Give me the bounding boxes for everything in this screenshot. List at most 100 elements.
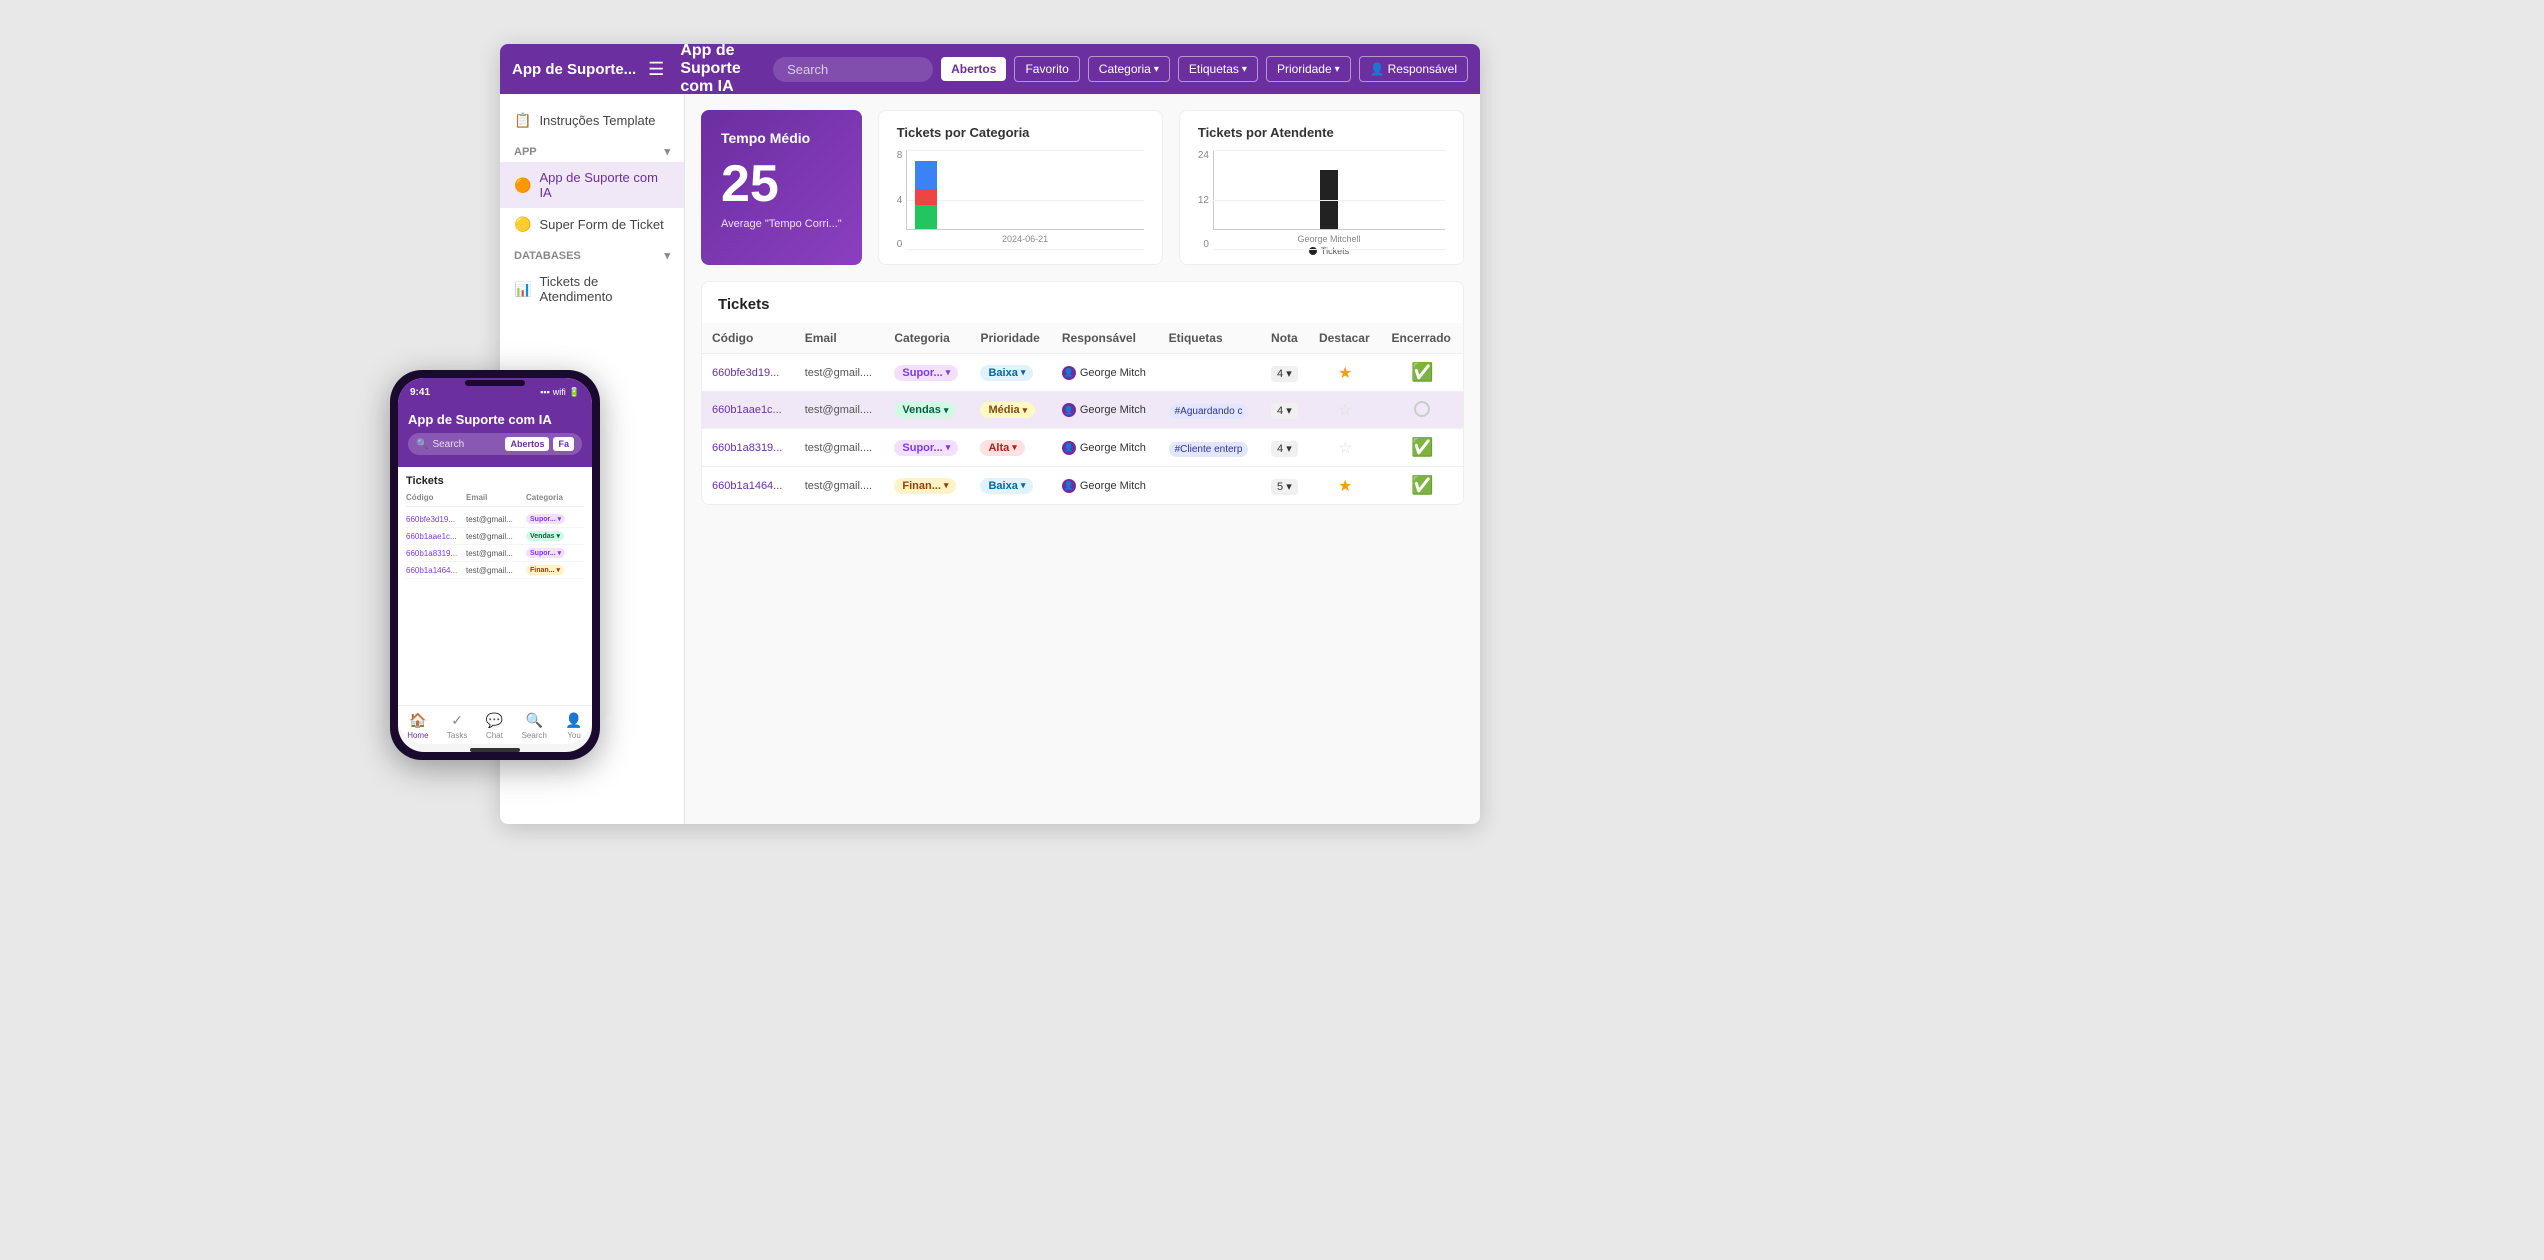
sidebar-item-label: Tickets de Atendimento [539,274,670,304]
cell-nota[interactable]: 4 ▾ [1261,429,1309,467]
tickets-section-title: Tickets [702,282,1463,323]
cell-prioridade[interactable]: Baixa ▾ [970,354,1051,392]
mobile-time: 9:41 [410,387,430,398]
cell-nota[interactable]: 4 ▾ [1261,392,1309,429]
cell-destacar[interactable]: ☆ [1309,429,1382,467]
mobile-table-header: Código Email Categoria [406,493,584,507]
cell-prioridade[interactable]: Baixa ▾ [970,467,1051,505]
col-destacar: Destacar [1309,323,1382,354]
main-panel: Tempo Médio 25 Average "Tempo Corri..." … [685,94,1480,824]
hamburger-icon[interactable]: ☰ [648,59,664,80]
prioridade-button[interactable]: Prioridade ▾ [1266,56,1351,82]
search-icon: 🔍 [526,712,543,729]
tempo-medio-card: Tempo Médio 25 Average "Tempo Corri..." [701,110,862,265]
cell-email: test@gmail.... [795,467,885,505]
mobile-nav-chat[interactable]: 💬 Chat [486,712,503,740]
mobile-nav-tasks[interactable]: ✓ Tasks [447,712,467,740]
mobile-nav-you[interactable]: 👤 You [565,712,582,740]
mobile-list-item[interactable]: 660b1a8319... test@gmail... Supor... ▾ [406,545,584,562]
cell-responsavel: 👤George Mitch [1052,467,1159,505]
mobile-list-item[interactable]: 660bfe3d19... test@gmail... Supor... ▾ [406,511,584,528]
mobile-fa-btn[interactable]: Fa [553,437,574,451]
mobile-nav-search[interactable]: 🔍 Search [522,712,547,740]
cell-nota[interactable]: 5 ▾ [1261,467,1309,505]
mobile-screen: 9:41 ▪▪▪ wifi 🔋 App de Suporte com IA 🔍 … [398,378,592,752]
cell-email: test@gmail.... [795,354,885,392]
mobile-list-item[interactable]: 660b1a1464... test@gmail... Finan... ▾ [406,562,584,579]
responsavel-button[interactable]: 👤 Responsável [1359,56,1468,82]
cell-responsavel: 👤George Mitch [1052,354,1159,392]
cell-etiquetas [1159,354,1261,392]
sidebar-section-app: App ▾ [500,137,684,162]
sidebar-section-databases: Databases ▾ [500,241,684,266]
cell-destacar[interactable]: ☆ [1309,392,1382,429]
atendente-x-label: George Mitchell [1297,234,1360,244]
mobile-list-item[interactable]: 660b1aae1c... test@gmail... Vendas ▾ [406,528,584,545]
table-row: 660b1a1464... test@gmail.... Finan... ▾ … [702,467,1463,505]
tickets-section: Tickets Código Email Categoria Prioridad… [701,281,1464,505]
cell-encerrado[interactable]: ✅ [1382,429,1464,467]
cell-email: test@gmail.... [795,392,885,429]
tempo-card-value: 25 [721,158,779,210]
mobile-abertos-btn[interactable]: Abertos [505,437,549,451]
categoria-button[interactable]: Categoria ▾ [1088,56,1170,82]
mobile-notch [465,380,525,386]
wifi-icon: wifi [553,387,566,397]
mobile-topbar: App de Suporte com IA 🔍 Search Abertos F… [398,406,592,467]
user-icon: 👤 [1370,62,1385,76]
cell-prioridade[interactable]: Média ▾ [970,392,1051,429]
chevron-down-icon: ▾ [1154,64,1159,75]
search-input[interactable] [773,57,933,82]
favorito-button[interactable]: Favorito [1014,56,1079,82]
cell-categoria[interactable]: Supor... ▾ [884,354,970,392]
topbar: App de Suporte... ☰ App de Suporte com I… [500,44,1480,94]
chart-x-label: 2024-06-21 [906,234,1144,244]
col-etiquetas: Etiquetas [1159,323,1261,354]
sidebar-item-instrucoes[interactable]: 📋 Instruções Template [500,104,684,137]
cell-responsavel: 👤George Mitch [1052,429,1159,467]
sidebar-item-superform[interactable]: 🟡 Super Form de Ticket [500,208,684,241]
abertos-button[interactable]: Abertos [941,57,1006,81]
app-icon: 🟠 [514,177,531,194]
cell-prioridade[interactable]: Alta ▾ [970,429,1051,467]
mobile-searchbar[interactable]: 🔍 Search Abertos Fa [408,433,582,455]
cell-categoria[interactable]: Finan... ▾ [884,467,970,505]
cell-codigo: 660b1aae1c... [702,392,795,429]
signal-icon: ▪▪▪ [540,387,550,397]
etiquetas-button[interactable]: Etiquetas ▾ [1178,56,1258,82]
legend-dot [1309,247,1317,255]
cell-etiquetas: #Aguardando c [1159,392,1261,429]
tempo-card-title: Tempo Médio [721,130,810,146]
mobile-app-title: App de Suporte com IA [408,412,582,427]
cell-codigo: 660bfe3d19... [702,354,795,392]
chat-icon: 💬 [486,712,503,729]
chevron-down-icon: ▾ [1242,64,1247,75]
cell-nota[interactable]: 4 ▾ [1261,354,1309,392]
bar-stacked [915,149,937,229]
cell-encerrado[interactable]: ✅ [1382,354,1464,392]
table-row: 660b1a8319... test@gmail.... Supor... ▾ … [702,429,1463,467]
sidebar-item-tickets[interactable]: 📊 Tickets de Atendimento [500,266,684,312]
col-categoria: Categoria [884,323,970,354]
cell-categoria[interactable]: Supor... ▾ [884,429,970,467]
mobile-mockup: 9:41 ▪▪▪ wifi 🔋 App de Suporte com IA 🔍 … [390,370,600,760]
mobile-content: Tickets Código Email Categoria 660bfe3d1… [398,467,592,705]
cell-encerrado[interactable]: ✅ [1382,467,1464,505]
cell-encerrado[interactable] [1382,392,1464,429]
col-responsavel: Responsável [1052,323,1159,354]
mobile-nav-home[interactable]: 🏠 Home [407,712,428,740]
sidebar-item-app-suporte[interactable]: 🟠 App de Suporte com IA [500,162,684,208]
y-axis-atendente: 24 12 0 [1198,150,1213,250]
table-row: 660b1aae1c... test@gmail.... Vendas ▾ Mé… [702,392,1463,429]
battery-icon: 🔋 [569,387,580,398]
search-icon: 🔍 [416,439,428,450]
cell-categoria[interactable]: Vendas ▾ [884,392,970,429]
cell-destacar[interactable]: ★ [1309,467,1382,505]
home-icon: 🏠 [409,712,426,729]
table-row: 660bfe3d19... test@gmail.... Supor... ▾ … [702,354,1463,392]
mobile-search-text: Search [432,439,501,450]
mobile-home-indicator [470,748,520,752]
chevron-down-icon: ▾ [1335,64,1340,75]
sidebar-item-label: Super Form de Ticket [539,217,663,232]
cell-destacar[interactable]: ★ [1309,354,1382,392]
